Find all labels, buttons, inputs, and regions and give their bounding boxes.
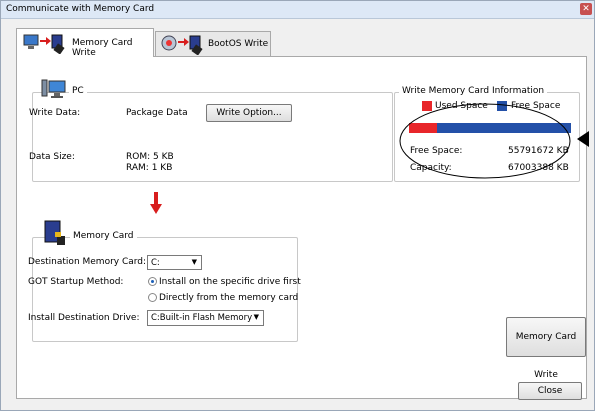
rom-size: ROM: 5 KB: [126, 152, 174, 162]
card-info-title: Write Memory Card Information: [399, 86, 548, 96]
chevron-down-icon: ▼: [253, 313, 259, 321]
window-close-icon[interactable]: ✕: [580, 3, 592, 15]
startup-option-2: Directly from the memory card: [159, 293, 299, 303]
dialog-window: Communicate with Memory Card ✕ Memory Ca…: [0, 0, 595, 411]
pc-icon: [41, 79, 66, 98]
tab-memory-card-write[interactable]: Memory Card Write: [16, 28, 154, 58]
write-data-label: Write Data:: [29, 108, 81, 118]
window-title: Communicate with Memory Card: [6, 4, 155, 14]
destination-label: Destination Memory Card:: [28, 257, 147, 267]
close-button[interactable]: Close: [518, 382, 582, 400]
data-size-label: Data Size:: [29, 152, 75, 162]
down-arrow-icon: [150, 192, 162, 214]
tab-bootos-write[interactable]: BootOS Write: [155, 31, 271, 56]
pc-group-title: PC: [69, 86, 87, 96]
tab-bootos-write-label: BootOS Write: [208, 39, 269, 49]
startup-option-1: Install on the specific drive first: [159, 277, 301, 287]
radio-directly-from-card[interactable]: [148, 293, 157, 302]
sd-card-icon: [44, 220, 65, 245]
radio-install-specific-drive[interactable]: [148, 277, 157, 286]
chevron-down-icon: ▼: [191, 258, 197, 266]
memory-card-write-button[interactable]: Memory Card Write: [506, 317, 586, 380]
install-drive-value: C:Built-in Flash Memory: [151, 313, 253, 323]
tab-memory-card-write-label: Memory Card Write: [72, 38, 133, 58]
title-bar: Communicate with Memory Card ✕: [1, 1, 594, 19]
ram-size: RAM: 1 KB: [126, 163, 173, 173]
tab-panel: PC Write Data: Package Data Write Option…: [16, 56, 589, 399]
pc-to-card-icon: [23, 34, 65, 54]
install-drive-label: Install Destination Drive:: [28, 313, 140, 323]
destination-value: C:: [151, 258, 160, 268]
destination-select[interactable]: C: ▼: [147, 255, 202, 270]
highlight-ellipse: [399, 103, 571, 179]
write-data-value: Package Data: [126, 108, 188, 118]
boot-to-card-icon: [161, 35, 203, 55]
startup-method-label: GOT Startup Method:: [28, 277, 124, 287]
memory-card-group: [32, 237, 298, 342]
pointer-arrow-icon: [577, 131, 589, 147]
write-option-button[interactable]: Write Option...: [206, 104, 292, 122]
install-drive-select[interactable]: C:Built-in Flash Memory ▼: [147, 310, 264, 326]
memory-card-title: Memory Card: [70, 231, 137, 241]
